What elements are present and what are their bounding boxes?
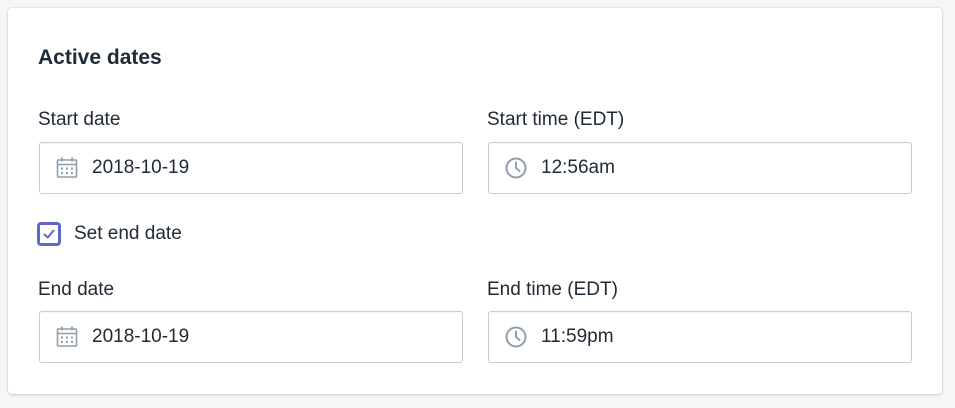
start-time-label: Start time (EDT) xyxy=(487,109,625,130)
clock-icon xyxy=(503,155,529,181)
start-date-input[interactable]: 2018-10-19 xyxy=(39,142,463,194)
set-end-date-checkbox[interactable] xyxy=(38,223,60,245)
start-time-input[interactable]: 12:56am xyxy=(488,142,912,194)
card-title: Active dates xyxy=(38,46,162,69)
active-dates-card: Active dates Start date 2018-10-19 Start… xyxy=(8,8,942,394)
start-date-label: Start date xyxy=(38,109,121,130)
calendar-icon xyxy=(54,155,80,181)
end-time-value[interactable]: 11:59pm xyxy=(541,326,614,348)
end-date-label: End date xyxy=(38,279,115,300)
end-date-value[interactable]: 2018-10-19 xyxy=(92,326,189,348)
checkmark-icon xyxy=(43,229,55,239)
start-date-value[interactable]: 2018-10-19 xyxy=(92,157,189,179)
end-time-input[interactable]: 11:59pm xyxy=(488,311,912,363)
end-time-label: End time (EDT) xyxy=(487,279,618,300)
end-date-input[interactable]: 2018-10-19 xyxy=(39,311,463,363)
clock-icon xyxy=(503,324,529,350)
set-end-date-label[interactable]: Set end date xyxy=(74,222,182,246)
calendar-icon xyxy=(54,324,80,350)
set-end-date-toggle[interactable]: Set end date xyxy=(38,222,182,246)
start-time-value[interactable]: 12:56am xyxy=(541,157,615,179)
